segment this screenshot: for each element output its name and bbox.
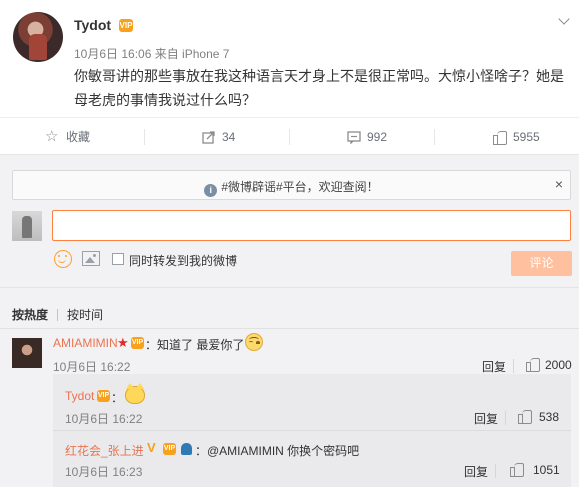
- forward-button[interactable]: 34: [202, 118, 235, 155]
- vip-badge-icon: VIP: [131, 337, 144, 349]
- comment-count: 992: [367, 129, 388, 144]
- current-user-avatar: [12, 211, 42, 241]
- vip-badge-icon: VIP: [163, 443, 176, 455]
- notice-text[interactable]: #微博辟谣#平台，欢迎查阅！: [221, 180, 378, 194]
- info-icon: i: [204, 184, 218, 197]
- comment-like-count[interactable]: 2000: [545, 358, 572, 372]
- post-text: 你敏哥讲的那些事放在我这种语言天才身上不是很正常吗。大惊小怪啥子？她是母老虎的事…: [74, 68, 564, 108]
- divider: [505, 411, 506, 425]
- close-icon[interactable]: ×: [555, 176, 563, 192]
- favorite-button[interactable]: 收藏: [45, 118, 91, 155]
- reply-time: 10月6日 16:22: [65, 412, 143, 426]
- action-divider: [289, 129, 290, 145]
- thumbs-up-icon[interactable]: [518, 409, 532, 424]
- star-icon: [45, 127, 60, 145]
- commenter-avatar[interactable]: [12, 338, 42, 368]
- forward-icon: [202, 130, 216, 144]
- member-badge-icon: [181, 443, 192, 455]
- forward-checkbox[interactable]: [112, 253, 124, 265]
- image-icon[interactable]: [82, 251, 100, 266]
- action-bar: 收藏 34 992 5955: [0, 117, 579, 154]
- divider: [513, 359, 514, 373]
- reply-time: 10月6日 16:23: [65, 465, 143, 479]
- author-avatar[interactable]: [13, 12, 63, 62]
- sort-divider-line: [0, 328, 579, 329]
- sort-divider: [57, 309, 59, 321]
- like-count: 5955: [513, 129, 540, 144]
- action-divider: [434, 129, 435, 145]
- post-meta: 10月6日 16:06 来自 iPhone 7: [74, 47, 230, 61]
- reply-button[interactable]: 回复: [474, 410, 498, 427]
- vip-badge-icon: VIP: [119, 19, 133, 32]
- reply-text: ：: [111, 391, 124, 405]
- reply-author-name[interactable]: 红花会_张上进: [65, 442, 144, 459]
- comment-input[interactable]: [52, 210, 571, 241]
- like-button[interactable]: 5955: [493, 118, 540, 155]
- vip-badge-icon: VIP: [97, 390, 110, 402]
- sort-by-hot-tab[interactable]: 按热度: [12, 306, 48, 323]
- thumbs-up-icon: [493, 130, 507, 145]
- star-badge-icon: ★: [117, 335, 129, 350]
- comment-button[interactable]: 992: [347, 118, 387, 155]
- sort-tabs: 按热度 按时间: [12, 306, 103, 323]
- divider: [495, 464, 496, 478]
- reply-author-name[interactable]: Tydot: [65, 389, 94, 403]
- forward-count: 34: [222, 129, 236, 144]
- comment-time: 10月6日 16:22: [53, 360, 131, 374]
- emoji-icon: [245, 333, 263, 351]
- reply-like-count[interactable]: 538: [539, 410, 559, 424]
- reply-text: ：@AMIAMIMIN 你换个密码吧: [195, 444, 360, 458]
- rumor-notice-bar: i #微博辟谣#平台，欢迎查阅！ ×: [12, 170, 571, 200]
- reply-like-count[interactable]: 1051: [533, 463, 560, 477]
- post-author-name[interactable]: Tydot: [74, 17, 111, 33]
- sort-by-time-tab[interactable]: 按时间: [67, 306, 103, 323]
- submit-comment-button[interactable]: 评论: [511, 251, 572, 276]
- reply-divider: [53, 430, 571, 431]
- chevron-down-icon[interactable]: [557, 14, 571, 28]
- section-divider: [0, 287, 579, 288]
- weibo-post-card: Tydot VIP 10月6日 16:06 来自 iPhone 7 你敏哥讲的那…: [0, 0, 579, 487]
- action-divider: [144, 129, 145, 145]
- thumbs-up-icon[interactable]: [510, 462, 524, 477]
- forward-checkbox-label[interactable]: 同时转发到我的微博: [129, 252, 237, 269]
- favorite-label: 收藏: [66, 130, 91, 144]
- reply-button[interactable]: 回复: [482, 358, 506, 375]
- comment-text: ：知道了 最爱你了: [145, 338, 245, 352]
- reply-button[interactable]: 回复: [464, 463, 488, 480]
- emoji-icon[interactable]: [54, 250, 72, 268]
- verified-v-icon: V: [147, 440, 156, 455]
- comment-icon: [347, 130, 361, 145]
- cat-emoji-icon: [125, 383, 145, 404]
- commenter-name[interactable]: AMIAMIMIN: [53, 336, 118, 350]
- thumbs-up-icon[interactable]: [526, 357, 540, 372]
